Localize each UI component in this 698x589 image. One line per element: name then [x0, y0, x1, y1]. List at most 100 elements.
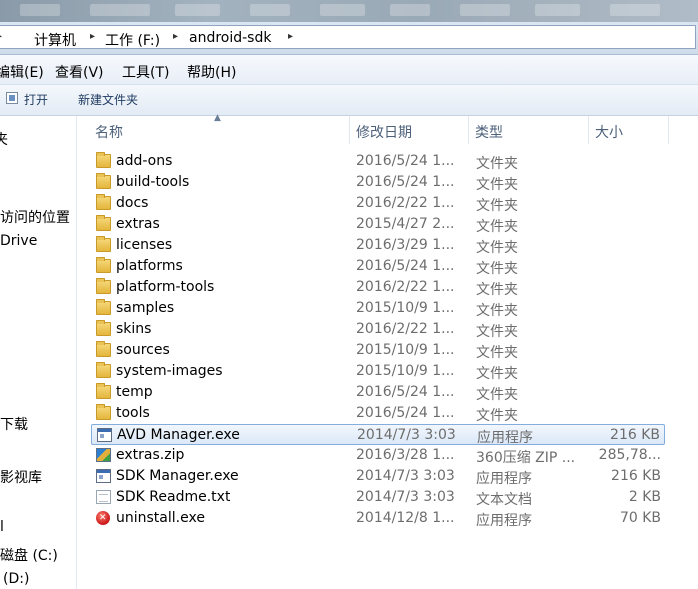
folder-icon	[96, 320, 111, 336]
file-size: 216 KB	[611, 468, 661, 484]
file-date-modified: 2016/2/22 1...	[356, 279, 455, 295]
file-row[interactable]: extras 2015/4/27 2... 文件夹	[91, 214, 665, 235]
file-row[interactable]: SDK Manager.exe 2014/7/3 3:03 应用程序 216 KB	[91, 466, 665, 487]
file-name: platform-tools	[116, 279, 215, 295]
file-date-modified: 2016/5/24 1...	[356, 258, 455, 274]
file-type: 文件夹	[476, 408, 518, 424]
exe-icon	[97, 428, 112, 442]
menu-help[interactable]: 帮助(H)	[187, 62, 236, 82]
file-date-modified: 2016/5/24 1...	[356, 384, 455, 400]
nav-item-drive[interactable]: Drive	[0, 233, 37, 249]
file-row[interactable]: platform-tools 2016/2/22 1... 文件夹	[91, 277, 665, 298]
file-row[interactable]: add-ons 2016/5/24 1... 文件夹	[91, 151, 665, 172]
chevron-right-icon[interactable]: ▸	[173, 31, 178, 42]
file-name: AVD Manager.exe	[117, 427, 240, 443]
file-row[interactable]: samples 2015/10/9 1... 文件夹	[91, 298, 665, 319]
open-button[interactable]: 打开	[24, 91, 48, 108]
file-row[interactable]: extras.zip 2016/3/28 1... 360压缩 ZIP ... 285…	[91, 445, 665, 466]
folder-icon	[96, 404, 111, 420]
menu-edit[interactable]: 编辑(E)	[0, 62, 44, 82]
file-type: 文件夹	[476, 387, 518, 403]
file-name: skins	[116, 321, 152, 337]
address-bar: ▸ 计算机 ▸ 工作 (F:) ▸ android-sdk ▸	[0, 22, 698, 55]
file-type: 文本文档	[476, 492, 532, 508]
file-row[interactable]: sources 2015/10/9 1... 文件夹	[91, 340, 665, 361]
file-size: 70 KB	[619, 510, 661, 526]
menu-bar: 编辑(E) 查看(V) 工具(T) 帮助(H)	[0, 55, 698, 85]
file-name: SDK Readme.txt	[116, 489, 231, 505]
chevron-right-icon[interactable]: ▸	[90, 31, 95, 42]
file-row[interactable]: temp 2016/5/24 1... 文件夹	[91, 382, 665, 403]
file-row[interactable]: system-images 2015/10/9 1... 文件夹	[91, 361, 665, 382]
file-date-modified: 2015/10/9 1...	[356, 342, 455, 358]
title-strip	[0, 0, 698, 22]
file-row[interactable]: SDK Readme.txt 2014/7/3 3:03 文本文档 2 KB	[91, 487, 665, 508]
file-name: platforms	[116, 258, 183, 274]
file-row[interactable]: licenses 2016/3/29 1... 文件夹	[91, 235, 665, 256]
zip-icon	[96, 448, 111, 462]
chevron-right-icon[interactable]: ▸	[0, 31, 2, 42]
file-date-modified: 2016/5/24 1...	[356, 153, 455, 169]
folder-icon	[96, 383, 111, 399]
column-header-date[interactable]: 修改日期	[350, 116, 469, 144]
file-row[interactable]: build-tools 2016/5/24 1... 文件夹	[91, 172, 665, 193]
file-name: extras.zip	[116, 447, 185, 463]
folder-icon	[96, 236, 111, 252]
new-folder-button[interactable]: 新建文件夹	[78, 91, 138, 108]
file-type: 应用程序	[476, 471, 532, 487]
file-type: 文件夹	[476, 345, 518, 361]
file-name: system-images	[116, 363, 223, 379]
folder-icon	[96, 152, 111, 168]
file-size: 285,78...	[598, 447, 661, 463]
file-row[interactable]: tools 2016/5/24 1... 文件夹	[91, 403, 665, 424]
column-header-type[interactable]: 类型	[469, 116, 589, 144]
file-row[interactable]: uninstall.exe 2014/12/8 1... 应用程序 70 KB	[91, 508, 665, 529]
file-row[interactable]: platforms 2016/5/24 1... 文件夹	[91, 256, 665, 277]
file-type: 文件夹	[476, 156, 518, 172]
folder-icon	[96, 299, 111, 315]
nav-item-computer[interactable]: l	[0, 519, 4, 535]
navigation-pane: 夹 访问的位置 Drive 下载 影视库 l 磁盘 (C:) (D:)	[0, 116, 77, 589]
nav-item-drive-d[interactable]: (D:)	[3, 571, 29, 587]
file-date-modified: 2015/10/9 1...	[356, 300, 455, 316]
file-type: 文件夹	[476, 240, 518, 256]
folder-icon	[96, 173, 111, 189]
file-date-modified: 2016/3/28 1...	[356, 447, 455, 463]
column-header-name[interactable]: 名称	[89, 116, 350, 144]
open-icon	[6, 92, 18, 104]
file-date-modified: 2015/10/9 1...	[356, 363, 455, 379]
file-type: 文件夹	[476, 324, 518, 340]
folder-icon	[96, 278, 111, 294]
file-row[interactable]: AVD Manager.exe 2014/7/3 3:03 应用程序 216 KB	[91, 424, 665, 446]
nav-item-downloads[interactable]: 下载	[0, 414, 28, 434]
nav-item-recent-places[interactable]: 访问的位置	[0, 207, 70, 227]
folder-icon	[96, 215, 111, 231]
file-name: uninstall.exe	[116, 510, 205, 526]
file-date-modified: 2014/7/3 3:03	[357, 427, 456, 443]
breadcrumb-android-sdk[interactable]: android-sdk	[189, 30, 271, 46]
file-date-modified: 2016/3/29 1...	[356, 237, 455, 253]
menu-view[interactable]: 查看(V)	[55, 62, 104, 82]
file-name: sources	[116, 342, 170, 358]
file-row[interactable]: docs 2016/2/22 1... 文件夹	[91, 193, 665, 214]
chevron-right-icon[interactable]: ▸	[288, 31, 293, 42]
file-name: licenses	[116, 237, 173, 253]
nav-item-drive-c[interactable]: 磁盘 (C:)	[0, 545, 58, 565]
file-date-modified: 2014/7/3 3:03	[356, 489, 455, 505]
breadcrumb-drive-f[interactable]: 工作 (F:)	[105, 30, 160, 50]
file-date-modified: 2014/7/3 3:03	[356, 468, 455, 484]
file-type: 文件夹	[476, 261, 518, 277]
breadcrumb[interactable]: ▸ 计算机 ▸ 工作 (F:) ▸ android-sdk ▸	[0, 25, 696, 49]
toolbar: 打开 新建文件夹	[0, 85, 698, 116]
breadcrumb-computer[interactable]: 计算机	[34, 30, 76, 50]
nav-item-favorites[interactable]: 夹	[0, 129, 8, 149]
nav-item-video-library[interactable]: 影视库	[0, 467, 42, 487]
column-header-size[interactable]: 大小	[589, 116, 669, 144]
file-type: 应用程序	[477, 430, 533, 446]
menu-tools[interactable]: 工具(T)	[122, 62, 169, 82]
file-name: SDK Manager.exe	[116, 468, 239, 484]
folder-icon	[96, 362, 111, 378]
file-date-modified: 2014/12/8 1...	[356, 510, 455, 526]
file-name: extras	[116, 216, 160, 232]
file-row[interactable]: skins 2016/2/22 1... 文件夹	[91, 319, 665, 340]
